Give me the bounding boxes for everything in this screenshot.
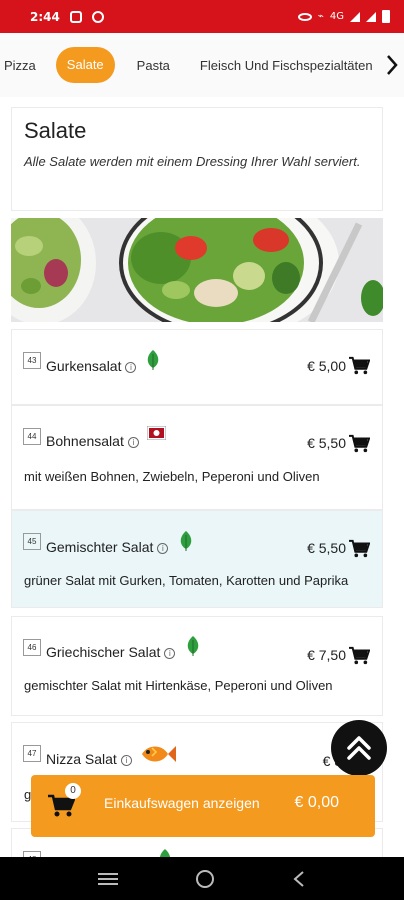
- tab-pasta[interactable]: Pasta: [127, 58, 190, 73]
- item-price: € 7,50: [307, 647, 346, 663]
- info-icon[interactable]: i: [157, 542, 169, 554]
- menu-item[interactable]: 46 Griechischer Salat i € 7,50 gemischter…: [11, 616, 383, 716]
- item-number: 43: [23, 352, 41, 369]
- cart-total: € 0,00: [294, 794, 339, 811]
- category-banner-image: [11, 218, 383, 322]
- view-cart-button[interactable]: 0 Einkaufswagen anzeigen € 0,00: [31, 775, 375, 837]
- status-time: 2:44: [30, 9, 60, 24]
- leaf-icon: [147, 350, 159, 370]
- info-icon[interactable]: i: [127, 436, 139, 448]
- item-description: gemischter Salat mit Hirtenkäse, Peperon…: [24, 678, 333, 693]
- view-cart-label: Einkaufswagen anzeigen: [104, 795, 260, 811]
- leaf-icon: [180, 531, 192, 551]
- network-label: 4G: [329, 11, 344, 22]
- add-to-cart-icon[interactable]: [348, 434, 370, 454]
- item-description: mit weißen Bohnen, Zwiebeln, Peperoni un…: [24, 469, 320, 484]
- scroll-to-top-button[interactable]: [331, 720, 387, 776]
- notification-icon: [69, 10, 82, 23]
- menu-item[interactable]: 43 Gurkensalat i € 5,00: [11, 329, 383, 405]
- status-bar: 2:44 ⌁ 4G: [0, 0, 404, 33]
- japan-flag-icon: [147, 426, 166, 440]
- leaf-icon: [187, 636, 199, 656]
- item-name: Griechischer Salat: [46, 644, 161, 660]
- menu-item[interactable]: 44 Bohnensalat i € 5,50 mit weißen Bohnen…: [11, 405, 383, 510]
- battery-icon: [382, 10, 390, 23]
- add-to-cart-icon[interactable]: [348, 539, 370, 559]
- item-number: 46: [23, 639, 41, 656]
- tab-pizza[interactable]: Pizza: [0, 58, 56, 73]
- home-icon[interactable]: [195, 869, 215, 889]
- item-number: 47: [23, 745, 41, 762]
- menu-item-highlighted[interactable]: 45 Gemischter Salat i € 5,50 grüner Salat…: [11, 510, 383, 608]
- category-tabs: Pizza Salate Pasta Fleisch Und Fischspez…: [0, 33, 404, 97]
- signal-icon-2: [366, 11, 376, 22]
- category-header: Salate Alle Salate werden mit einem Dres…: [11, 107, 383, 211]
- tab-salate[interactable]: Salate: [55, 47, 115, 83]
- category-subtitle: Alle Salate werden mit einem Dressing Ih…: [24, 154, 361, 169]
- category-title: Salate: [24, 118, 87, 143]
- eye-icon: [297, 12, 312, 21]
- add-to-cart-icon[interactable]: [348, 356, 370, 376]
- back-icon[interactable]: [292, 870, 306, 888]
- signal-icon: [350, 11, 360, 22]
- item-price: € 5,00: [307, 358, 346, 374]
- leaf-icon: [159, 849, 171, 857]
- item-description: grüner Salat mit Gurken, Tomaten, Karott…: [24, 573, 349, 588]
- item-name: Gemischter Salat: [46, 539, 154, 555]
- chevron-right-icon[interactable]: [380, 33, 404, 97]
- info-icon[interactable]: i: [125, 361, 137, 373]
- item-number: 45: [23, 533, 41, 550]
- sync-icon: [91, 10, 104, 23]
- item-name: Bohnensalat: [46, 433, 124, 449]
- double-chevron-up-icon: [347, 736, 371, 760]
- recent-apps-icon[interactable]: [98, 871, 119, 887]
- fish-icon: [142, 746, 176, 762]
- item-price: € 5,50: [307, 540, 346, 556]
- item-name: Nizza Salat: [46, 751, 117, 767]
- info-icon[interactable]: i: [120, 754, 132, 766]
- cart-count-badge: 0: [65, 783, 81, 799]
- item-name: Gurkensalat: [46, 358, 122, 374]
- add-to-cart-icon[interactable]: [348, 646, 370, 666]
- info-icon[interactable]: i: [164, 647, 176, 659]
- tab-fleisch-fisch[interactable]: Fleisch Und Fischspezialtäten: [190, 58, 383, 73]
- item-number: 44: [23, 428, 41, 445]
- system-navigation-bar: [0, 857, 404, 900]
- vowifi-icon: ⌁: [317, 11, 324, 22]
- item-price: € 5,50: [307, 435, 346, 451]
